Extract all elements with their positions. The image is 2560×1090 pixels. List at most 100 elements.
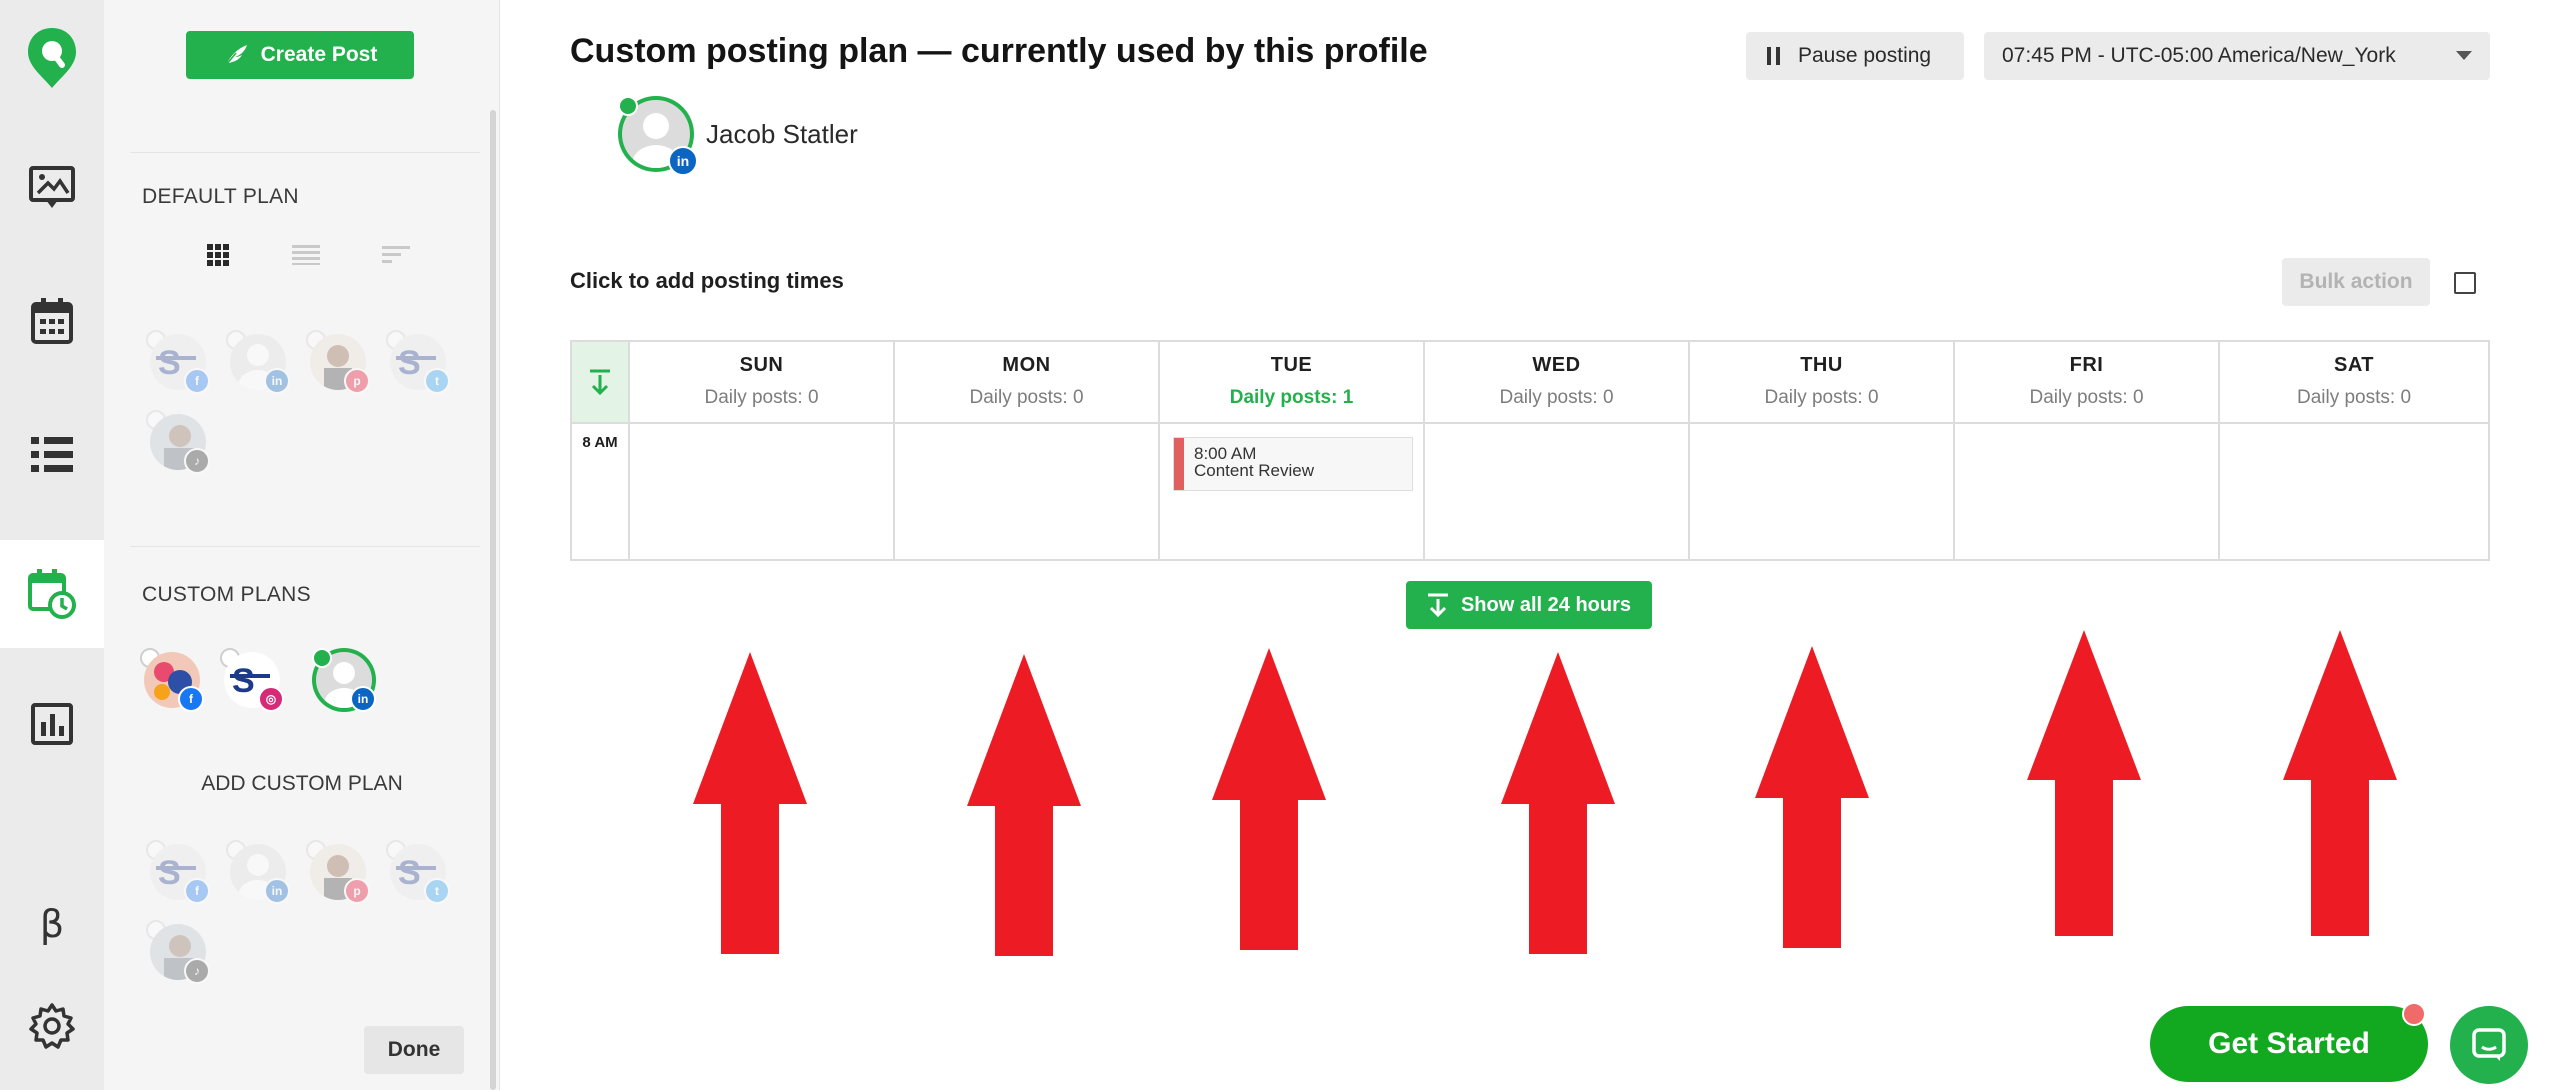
daily-posts-count: Daily posts: 1: [1229, 387, 1354, 408]
daily-posts-count: Daily posts: 0: [969, 387, 1084, 408]
sort-icon[interactable]: [378, 240, 414, 270]
daily-posts-count: Daily posts: 0: [1764, 387, 1879, 408]
slot-sat-8am[interactable]: [2220, 422, 2488, 559]
profile-avatar-twitter[interactable]: S t: [386, 330, 450, 394]
linkedin-icon: in: [264, 368, 290, 394]
add-plan-avatar-facebook[interactable]: S f: [146, 840, 210, 904]
add-plan-avatar-twitter[interactable]: S t: [386, 840, 450, 904]
done-button[interactable]: Done: [364, 1026, 464, 1074]
logo-pin-icon[interactable]: [0, 10, 104, 106]
svg-text:S: S: [158, 854, 181, 892]
show-all-hours-label: Show all 24 hours: [1460, 593, 1632, 616]
add-custom-plan-button[interactable]: ADD CUSTOM PLAN: [104, 772, 500, 796]
day-name: SAT: [2333, 354, 2374, 376]
nav-list-icon[interactable]: [0, 407, 104, 503]
daily-posts-count: Daily posts: 0: [704, 387, 819, 408]
day-header-thu: THU Daily posts: 0: [1690, 342, 1955, 422]
svg-text:S: S: [398, 344, 421, 382]
daily-posts-count: Daily posts: 0: [1499, 387, 1614, 408]
daily-posts-count: Daily posts: 0: [2296, 387, 2412, 408]
posting-time-card[interactable]: 8:00 AM Content Review: [1173, 437, 1413, 491]
posting-time: 8:00 AM: [1194, 444, 1257, 463]
notification-dot: [2402, 1002, 2426, 1026]
posting-time-color-bar: [1174, 438, 1184, 490]
expand-arrow-icon: [1427, 593, 1448, 617]
annotation-arrow-wed: [1501, 652, 1615, 954]
sidebar-scrollbar[interactable]: [490, 110, 496, 1090]
day-header-sun: SUN Daily posts: 0: [630, 342, 895, 422]
day-header-fri: FRI Daily posts: 0: [1955, 342, 2220, 422]
linkedin-icon: in: [350, 686, 376, 712]
svg-text:S: S: [232, 662, 255, 700]
profile-name: Jacob Statler: [706, 119, 858, 149]
default-plan-heading: DEFAULT PLAN: [142, 185, 299, 208]
slot-fri-8am[interactable]: [1955, 422, 2220, 559]
annotation-arrow-thu: [1755, 646, 1869, 948]
beta-label: β: [39, 902, 65, 946]
custom-plans-heading: CUSTOM PLANS: [142, 583, 311, 606]
nav-rail: β: [0, 0, 104, 1090]
day-header-sat: SAT Daily posts: 0: [2220, 342, 2488, 422]
nav-posting-plan-icon[interactable]: [0, 540, 104, 648]
slot-wed-8am[interactable]: [1425, 422, 1690, 559]
annotation-arrow-tue: [1212, 648, 1326, 950]
select-all-checkbox[interactable]: [2454, 272, 2476, 294]
collapse-hours-button[interactable]: [572, 342, 630, 422]
slot-sun-8am[interactable]: [630, 422, 895, 559]
day-header-mon: MON Daily posts: 0: [895, 342, 1160, 422]
annotation-arrow-fri: [2027, 630, 2141, 936]
time-row-label: 8 AM: [572, 422, 630, 559]
add-plan-avatar-tiktok[interactable]: ♪: [146, 920, 210, 984]
pause-posting-label: Pause posting: [1798, 44, 1932, 67]
slot-tue-8am[interactable]: 8:00 AM Content Review: [1160, 422, 1425, 559]
profile-avatar-linkedin[interactable]: in: [226, 330, 290, 394]
linkedin-icon: in: [668, 146, 698, 176]
svg-text:S: S: [398, 854, 421, 892]
timezone-value: 07:45 PM - UTC-05:00 America/New_York: [2002, 44, 2396, 67]
nav-settings-icon[interactable]: [0, 978, 104, 1074]
custom-plan-facebook[interactable]: f: [140, 648, 204, 712]
grid-view-icon[interactable]: [200, 240, 236, 270]
tiktok-icon: ♪: [184, 448, 210, 474]
get-started-button[interactable]: Get Started: [2150, 1006, 2428, 1082]
custom-plan-instagram[interactable]: S ◎: [220, 648, 284, 712]
timezone-select[interactable]: 07:45 PM - UTC-05:00 America/New_York: [1984, 32, 2490, 80]
day-name: FRI: [2069, 354, 2104, 376]
linkedin-icon: in: [264, 878, 290, 904]
nav-beta[interactable]: β: [0, 876, 104, 972]
day-name: TUE: [1270, 354, 1313, 376]
list-view-icon[interactable]: [288, 240, 324, 270]
selected-check-icon: [312, 648, 332, 668]
current-profile-avatar: in: [618, 96, 698, 176]
show-all-hours-button[interactable]: Show all 24 hours: [1406, 581, 1652, 629]
posting-times-label: Click to add posting times: [570, 268, 844, 293]
sidebar-divider: [130, 546, 480, 547]
profile-avatar-pinterest[interactable]: p: [306, 330, 370, 394]
custom-plan-linkedin-selected[interactable]: in: [312, 648, 376, 712]
svg-text:S: S: [158, 344, 181, 382]
profile-avatar-facebook[interactable]: S f: [146, 330, 210, 394]
create-post-button[interactable]: Create Post: [186, 31, 414, 79]
nav-analytics-icon[interactable]: [0, 676, 104, 772]
bulk-action-button[interactable]: Bulk action: [2282, 258, 2430, 306]
annotation-arrow-sun: [693, 652, 807, 954]
page-title: Custom posting plan — currently used by …: [570, 32, 1428, 70]
selected-check-icon: [618, 96, 638, 116]
day-name: THU: [1800, 354, 1843, 376]
nav-calendar-icon[interactable]: [0, 273, 104, 369]
add-plan-avatar-pinterest[interactable]: p: [306, 840, 370, 904]
pause-posting-button[interactable]: Pause posting: [1746, 32, 1964, 80]
day-name: WED: [1532, 354, 1581, 376]
chevron-down-icon: [2456, 51, 2472, 60]
weekly-schedule-grid: 8 AM SUN Daily posts: 0 MON Daily posts:…: [570, 340, 2490, 561]
profile-avatar-tiktok[interactable]: ♪: [146, 410, 210, 474]
nav-posts-icon[interactable]: [0, 140, 104, 236]
add-plan-avatar-linkedin[interactable]: in: [226, 840, 290, 904]
chat-button[interactable]: [2450, 1006, 2528, 1084]
day-header-wed: WED Daily posts: 0: [1425, 342, 1690, 422]
slot-thu-8am[interactable]: [1690, 422, 1955, 559]
slot-mon-8am[interactable]: [895, 422, 1160, 559]
twitter-icon: t: [424, 368, 450, 394]
facebook-icon: f: [184, 368, 210, 394]
create-post-label: Create Post: [260, 43, 378, 66]
